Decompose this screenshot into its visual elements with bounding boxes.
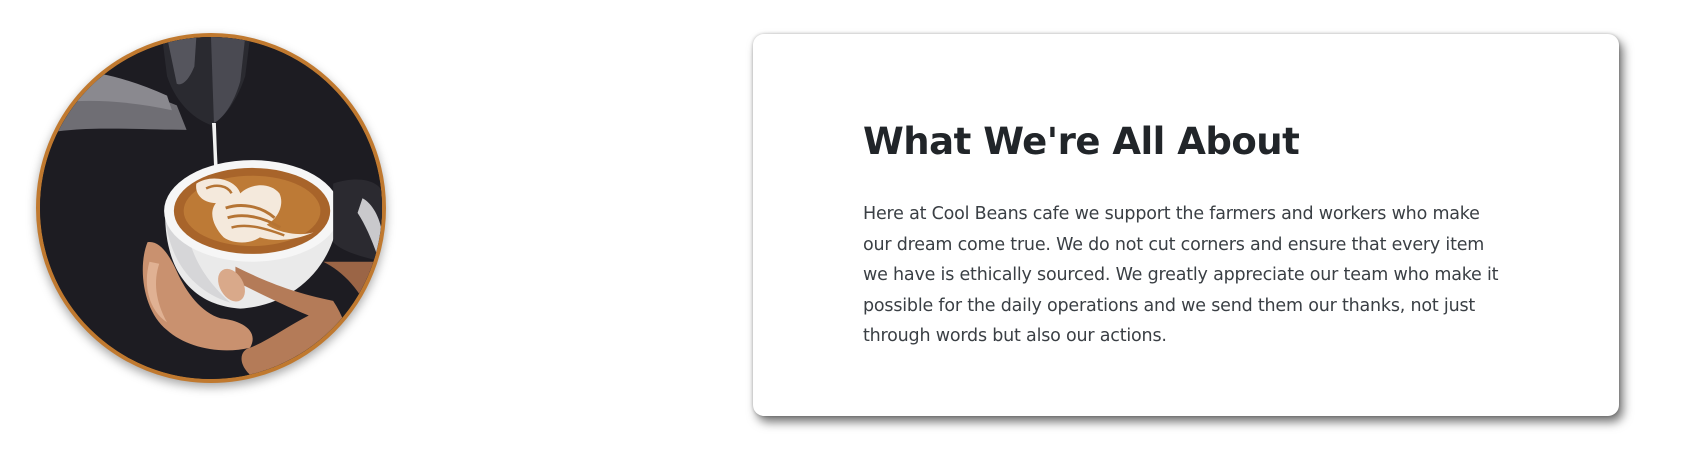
latte-art-photo [36,33,386,383]
about-title: What We're All About [863,120,1300,163]
about-body-text: Here at Cool Beans cafe we support the f… [863,204,1499,346]
about-card: What We're All About Here at Cool Beans … [753,34,1619,416]
about-section: What We're All About Here at Cool Beans … [0,0,1685,450]
